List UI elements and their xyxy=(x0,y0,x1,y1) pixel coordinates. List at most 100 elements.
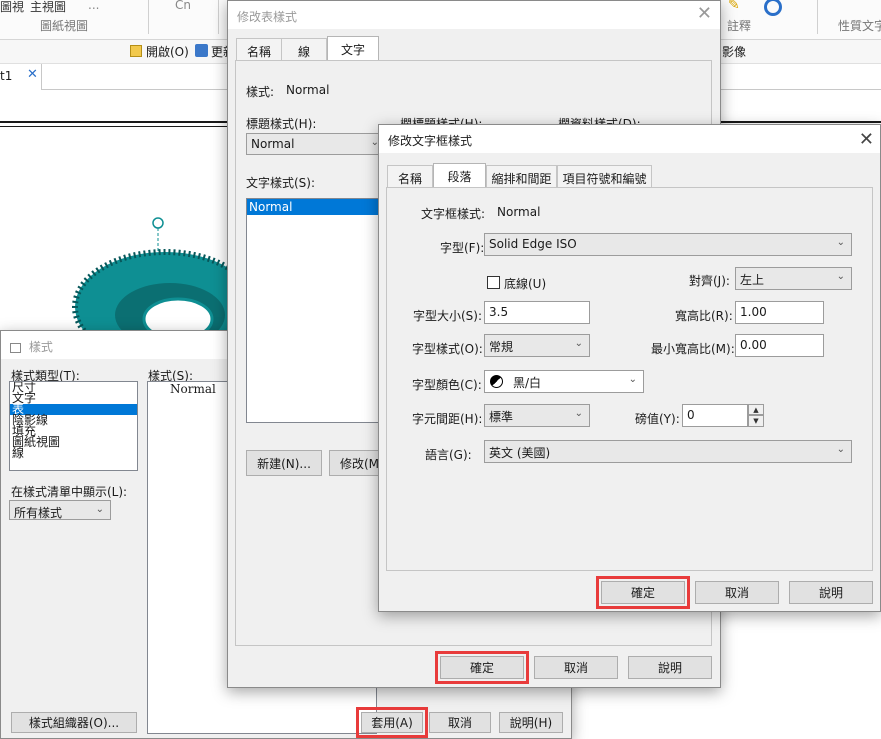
ribbon-item-view[interactable]: 圖視 xyxy=(0,0,24,15)
window-icon xyxy=(10,342,21,353)
ribbon-divider xyxy=(817,0,818,34)
tab-name[interactable]: 名稱 xyxy=(387,165,433,187)
text-style-item[interactable]: Normal xyxy=(247,199,385,215)
language-value: 英文 (美國) xyxy=(489,446,551,460)
font-value: Solid Edge ISO xyxy=(489,237,577,251)
table-style-cancel-button[interactable]: 取消 xyxy=(534,656,618,679)
style-help-button[interactable]: 說明(H) xyxy=(499,712,563,733)
chevron-down-icon: ⌄ xyxy=(95,504,104,515)
show-in-list-label: 在樣式清單中顯示(L): xyxy=(11,485,128,499)
underline-checkbox[interactable] xyxy=(487,276,500,289)
ribbon-item-more[interactable]: ... xyxy=(88,0,99,12)
style-type-item[interactable]: 文字 xyxy=(10,392,137,404)
ribbon-divider xyxy=(218,0,219,34)
document-tab-label: t1 xyxy=(0,69,13,83)
aspect-label: 寬高比(R): xyxy=(675,309,733,323)
color-swatch-icon xyxy=(490,375,503,388)
align-select[interactable]: 左上 ⌄ xyxy=(735,267,852,290)
show-in-list-value: 所有樣式 xyxy=(14,506,63,520)
font-style-label: 字型樣式(O): xyxy=(412,342,483,356)
font-select[interactable]: Solid Edge ISO ⌄ xyxy=(484,233,852,256)
font-size-label: 字型大小(S): xyxy=(413,309,483,323)
pounds-input[interactable]: 0 xyxy=(682,404,748,427)
apply-button[interactable]: 套用(A) xyxy=(356,707,428,738)
header-style-select[interactable]: Normal ⌄ xyxy=(246,133,386,155)
ribbon-group-properties: 性質文字 xyxy=(838,19,881,33)
textbox-style-titlebar[interactable]: 修改文字框樣式 xyxy=(379,125,880,153)
pounds-label: 磅值(Y): xyxy=(635,412,680,426)
ribbon-item-cn[interactable]: Cn xyxy=(175,0,191,12)
chevron-down-icon: ⌄ xyxy=(574,408,583,419)
tab-text[interactable]: 文字 xyxy=(327,36,379,61)
align-value: 左上 xyxy=(740,273,765,287)
font-style-value: 常規 xyxy=(489,340,514,354)
style-type-item[interactable]: 圖紙視圖 xyxy=(10,436,137,448)
aspect-input[interactable]: 1.00 xyxy=(735,301,824,324)
document-tab[interactable]: t1 ✕ xyxy=(0,64,42,90)
char-spacing-select[interactable]: 標準 ⌄ xyxy=(484,404,590,427)
chevron-down-icon: ⌄ xyxy=(836,444,845,455)
ribbon-item-main-view[interactable]: 主視圖 xyxy=(30,0,66,15)
chevron-down-icon: ⌄ xyxy=(574,338,583,349)
new-style-button[interactable]: 新建(N)... xyxy=(246,450,322,476)
text-style-label: 文字樣式(S): xyxy=(246,176,316,190)
font-color-label: 字型顏色(C): xyxy=(412,378,482,392)
tab-bullets-numbering[interactable]: 項目符號和編號 xyxy=(557,165,652,187)
char-spacing-label: 字元間距(H): xyxy=(412,412,483,426)
close-icon[interactable]: ✕ xyxy=(859,130,874,150)
modify-textbox-style-dialog: 修改文字框樣式 ✕ 名稱 段落 縮排和間距 項目符號和編號 文字框樣式: Nor… xyxy=(378,124,881,612)
chevron-down-icon: ⌄ xyxy=(836,271,845,282)
spin-down-icon[interactable]: ▼ xyxy=(748,415,764,427)
textbox-ok-button[interactable]: 確定 xyxy=(596,576,690,609)
font-style-select[interactable]: 常規 ⌄ xyxy=(484,334,590,357)
style-organizer-button[interactable]: 樣式組織器(O)... xyxy=(11,712,137,733)
textbox-cancel-button[interactable]: 取消 xyxy=(695,581,779,604)
folder-icon xyxy=(130,45,142,57)
char-spacing-value: 標準 xyxy=(489,410,514,424)
update-icon xyxy=(195,44,208,57)
language-select[interactable]: 英文 (美國) ⌄ xyxy=(484,440,852,463)
ribbon-group-drawing-views: 圖紙視圖 xyxy=(40,19,89,33)
language-label: 語言(G): xyxy=(425,448,472,462)
gear-drawing[interactable] xyxy=(70,215,240,340)
chevron-down-icon: ⌄ xyxy=(836,237,845,248)
lifebuoy-icon[interactable] xyxy=(764,0,782,16)
close-icon[interactable]: ✕ xyxy=(697,4,712,24)
underline-label: 底線(U) xyxy=(504,277,547,291)
table-style-titlebar[interactable]: 修改表樣式 xyxy=(228,1,720,29)
close-tab-icon[interactable]: ✕ xyxy=(27,67,38,82)
style-cancel-button[interactable]: 取消 xyxy=(429,712,491,733)
textbox-style-value: Normal xyxy=(497,205,541,219)
text-style-list[interactable]: Normal xyxy=(246,198,386,423)
open-button[interactable]: 開啟(O) xyxy=(146,43,189,60)
table-style-ok-button[interactable]: 確定 xyxy=(435,651,529,684)
textbox-help-button[interactable]: 說明 xyxy=(789,581,873,604)
font-color-value: 黑/白 xyxy=(513,376,542,390)
show-in-list-select[interactable]: 所有樣式 ⌄ xyxy=(9,500,111,520)
annotation-icon[interactable]: ✎ xyxy=(728,0,740,13)
header-style-value: Normal xyxy=(251,137,295,151)
mirror-button[interactable]: 影像 xyxy=(722,43,746,60)
ribbon-group-annotation: 註釋 xyxy=(727,19,752,33)
header-style-label: 標題樣式(H): xyxy=(246,117,317,131)
tab-name[interactable]: 名稱 xyxy=(236,38,282,60)
tab-line[interactable]: 線 xyxy=(281,38,327,60)
font-label: 字型(F): xyxy=(440,241,485,255)
chevron-down-icon: ⌄ xyxy=(628,374,637,385)
tab-paragraph[interactable]: 段落 xyxy=(433,163,486,188)
min-aspect-input[interactable]: 0.00 xyxy=(735,334,824,357)
table-style-title: 修改表樣式 xyxy=(237,10,298,24)
table-style-help-button[interactable]: 說明 xyxy=(628,656,712,679)
table-style-value: Normal xyxy=(286,83,330,97)
font-color-select[interactable]: 黑/白 ⌄ xyxy=(484,370,644,393)
font-size-input[interactable]: 3.5 xyxy=(484,301,590,324)
align-label: 對齊(J): xyxy=(689,274,730,288)
style-type-item[interactable]: 線 xyxy=(10,447,137,459)
textbox-style-title: 修改文字框樣式 xyxy=(388,134,473,148)
spin-up-icon[interactable]: ▲ xyxy=(748,404,764,415)
min-aspect-label: 最小寬高比(M): xyxy=(651,342,735,356)
ribbon-divider xyxy=(148,0,149,34)
style-dialog-title: 樣式 xyxy=(28,340,53,354)
style-type-list[interactable]: 尺寸 文字 表 陰影線 填充 圖紙視圖 線 xyxy=(9,381,138,471)
tab-indent-spacing[interactable]: 縮排和間距 xyxy=(486,165,557,187)
